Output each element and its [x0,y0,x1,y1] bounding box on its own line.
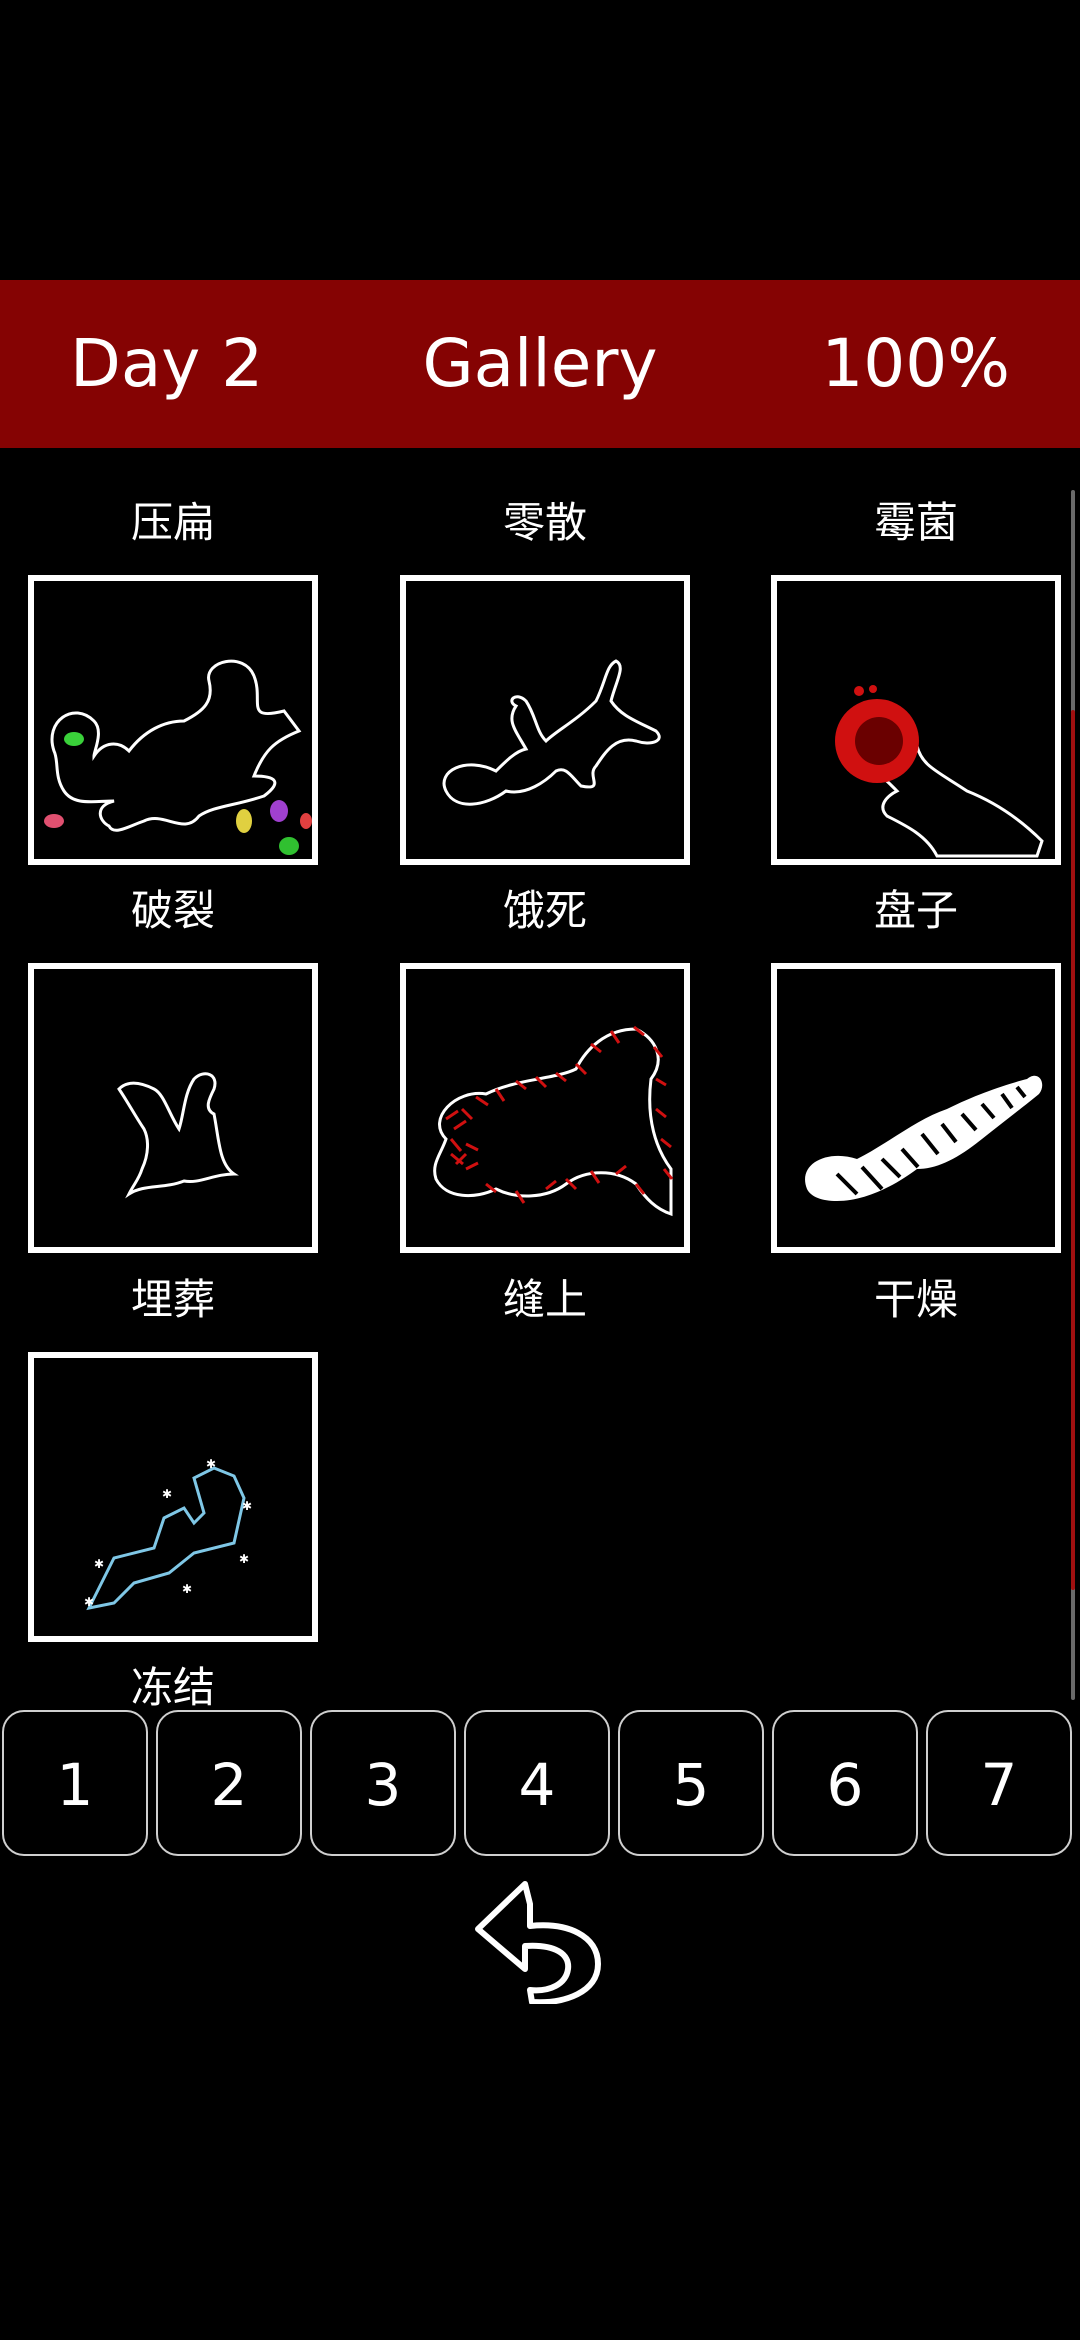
header-bar: Day 2 Gallery 100% [0,280,1080,448]
starved-body-art [433,1025,674,1217]
page-button-1[interactable]: 1 [2,1710,148,1856]
completion-percent: 100% [821,325,1010,402]
scrollbar-thumb[interactable] [1071,710,1075,1590]
gallery-thumbnail[interactable] [771,963,1061,1253]
svg-text:✱: ✱ [239,1552,249,1566]
gallery-thumbnail[interactable]: ✱ ✱ ✱ ✱ ✱ ✱ ✱ [28,1352,318,1642]
gallery-thumbnail[interactable] [28,575,318,865]
undo-arrow-icon [475,1881,601,2006]
gallery-thumbnail[interactable] [771,575,1061,865]
svg-text:✱: ✱ [242,1499,252,1513]
page-button-6[interactable]: 6 [772,1710,918,1856]
back-button[interactable] [470,1874,610,2006]
mold-body-art [835,685,1044,858]
gallery-item-label: 霉菌 [873,498,958,547]
svg-text:✱: ✱ [162,1487,172,1501]
page-button-5[interactable]: 5 [618,1710,764,1856]
flattened-body-art [44,659,312,855]
page-button-7[interactable]: 7 [926,1710,1072,1856]
gallery-thumbnail[interactable] [28,963,318,1253]
gallery-item-label: 盘子 [873,886,958,935]
svg-text:✱: ✱ [182,1582,192,1596]
page-button-2[interactable]: 2 [156,1710,302,1856]
scattered-body-art [442,659,661,806]
broken-body-art [117,1072,239,1199]
page-button-4[interactable]: 4 [464,1710,610,1856]
gallery-item-label: 饿死 [502,886,587,935]
page-button-3[interactable]: 3 [310,1710,456,1856]
svg-text:✱: ✱ [94,1557,104,1571]
page-selector: 1 2 3 4 5 6 7 [0,1710,1080,1860]
frozen-body-art: ✱ ✱ ✱ ✱ ✱ ✱ ✱ [84,1457,252,1611]
gallery-item-label: 压扁 [130,498,215,547]
gallery-item-label: 埋葬 [130,1275,215,1324]
gallery-item-label: 缝上 [502,1275,587,1324]
gallery-item-label: 冻结 [130,1663,215,1712]
svg-text:✱: ✱ [84,1595,94,1609]
gallery-item-label: 破裂 [130,886,215,935]
gallery-item-label: 零散 [502,498,587,547]
plate-body-art [805,1075,1043,1201]
gallery-thumbnail[interactable] [400,575,690,865]
gallery-item-label: 干燥 [873,1275,958,1324]
svg-text:✱: ✱ [206,1457,216,1471]
gallery-thumbnail[interactable] [400,963,690,1253]
